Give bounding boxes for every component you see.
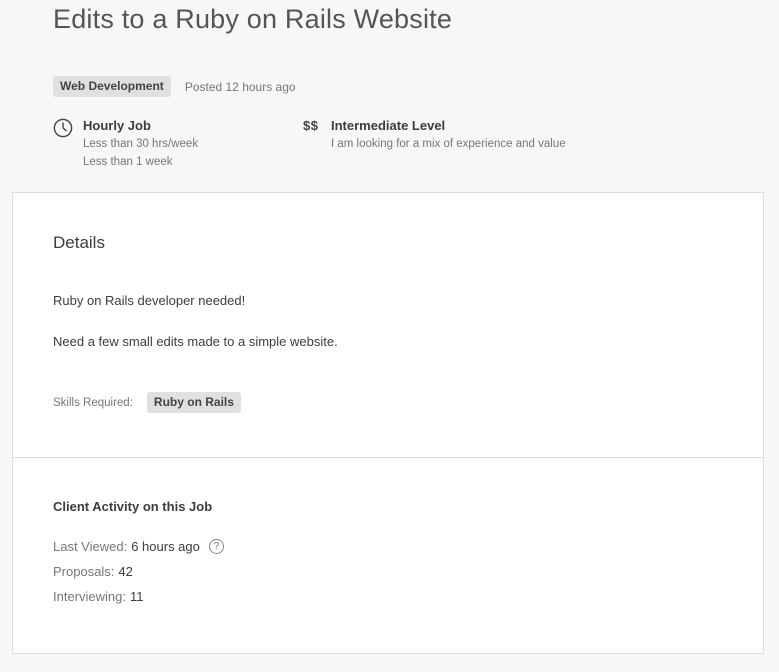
divider: [13, 457, 763, 458]
details-heading: Details: [53, 233, 105, 252]
job-meta: Web Development Posted 12 hours ago: [53, 76, 296, 97]
description-line-2: Need a few small edits made to a simple …: [53, 334, 338, 349]
description-line-1: Ruby on Rails developer needed!: [53, 293, 246, 308]
help-icon[interactable]: ?: [208, 539, 224, 554]
interviewing-value: 11: [129, 589, 144, 604]
hours-per-week: Less than 30 hrs/week: [83, 138, 199, 150]
skills-required: Skills Required: Ruby on Rails: [53, 392, 241, 413]
job-type-title: Hourly Job: [83, 118, 151, 133]
job-title: Edits to a Ruby on Rails Website: [53, 4, 453, 34]
dollar-icon: $$: [303, 118, 319, 133]
job-duration: Less than 1 week: [83, 156, 173, 168]
proposals-row: Proposals: 42: [53, 564, 133, 579]
interviewing-label: Interviewing:: [53, 589, 126, 604]
clock-icon: [53, 118, 73, 138]
posted-time: Posted 12 hours ago: [184, 79, 296, 94]
job-details-card: Details Ruby on Rails developer needed! …: [12, 192, 764, 654]
interviewing-row: Interviewing: 11: [53, 589, 143, 604]
client-activity-heading: Client Activity on this Job: [53, 499, 213, 514]
proposals-label: Proposals:: [53, 564, 115, 579]
last-viewed-label: Last Viewed:: [53, 539, 128, 554]
job-page: Edits to a Ruby on Rails Website Web Dev…: [0, 0, 779, 672]
skill-tag[interactable]: Ruby on Rails: [146, 392, 241, 413]
category-tag[interactable]: Web Development: [53, 76, 171, 97]
experience-level-description: I am looking for a mix of experience and…: [331, 138, 566, 150]
last-viewed-row: Last Viewed: 6 hours ago ?: [53, 539, 224, 554]
skills-label: Skills Required:: [53, 396, 133, 409]
last-viewed-value: 6 hours ago: [131, 539, 200, 554]
proposals-value: 42: [118, 564, 133, 579]
experience-level-title: Intermediate Level: [331, 118, 446, 133]
